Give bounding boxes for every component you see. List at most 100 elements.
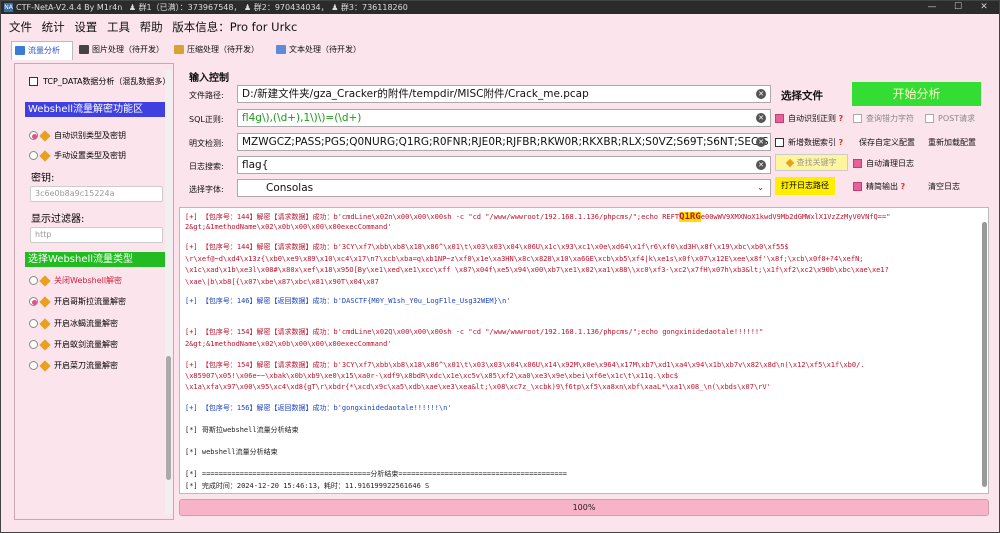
filter-input[interactable]: http (30, 227, 163, 243)
plaintext-input[interactable]: MZWGCZ;PASS;PGS;Q0NURG;Q1RG;R0FNR;RJE0R;… (237, 133, 771, 151)
tab-traffic-analysis[interactable]: 流量分析 (11, 41, 73, 60)
clear-icon[interactable]: ✕ (756, 113, 766, 123)
query-char-checkbox[interactable]: 查询错力字符 (853, 113, 914, 124)
menu-settings[interactable]: 设置 (74, 20, 97, 34)
font-select[interactable]: Consolas ⌄ (237, 179, 771, 197)
app-window: NA CTF-NetA-V2.4.4 By M1r4n ♟ 群1（已满）：3739… (0, 0, 1000, 533)
log-line: [+] 【包序号：154】解密【请求数据】成功：b'cmdLine\x02Q\x… (185, 328, 764, 336)
menu-version[interactable]: 版本信息：Pro for Urkc (172, 20, 297, 34)
type-radio-behinder[interactable]: 开启冰蝎流量解密 (29, 317, 118, 330)
log-line: \xae\|b\xb8[{\x07\xbe\x87\xbc\x81\x90T\x… (185, 278, 379, 286)
type-radio-antsword[interactable]: 开启蚁剑流量解密 (29, 338, 118, 351)
progress-text: 100% (572, 503, 596, 512)
tab-bar: 流量分析 图片处理（待开发） 压缩处理（待开发） 文本处理（待开发） (1, 41, 999, 60)
log-line: [+] 【包序号：144】解密【请求数据】成功：b'3CY\xf7\xbb\xb… (185, 243, 789, 251)
find-keyword-button[interactable]: 查找关键字 (775, 154, 848, 171)
diamond-icon (39, 295, 51, 308)
help-icon: ? (838, 114, 844, 123)
log-search-input[interactable]: flag{✕ (237, 156, 771, 174)
sql-regex-label: SQL正则: (189, 115, 224, 124)
diamond-icon (39, 317, 51, 330)
filter-label: 显示过滤器: (31, 214, 85, 225)
new-index-checkbox[interactable]: 新增数据索引 ? (775, 137, 843, 148)
log-line: [*] 完成时间：2024-12-20 15:46:13，耗时：11.91619… (185, 482, 430, 490)
clear-icon[interactable]: ✕ (756, 160, 766, 170)
log-line: [+] 【包序号：146】解密【返回数据】成功：b'DASCTF{M0Y_W1s… (185, 297, 511, 305)
traffic-icon (15, 46, 25, 55)
tab-image[interactable]: 图片处理（待开发） (76, 41, 164, 60)
precise-output-checkbox[interactable]: 精简输出 ? (853, 181, 905, 192)
type-radio-chopper[interactable]: 开启菜刀流量解密 (29, 359, 118, 372)
archive-icon (174, 45, 184, 54)
type-radio-godzilla[interactable]: 开启哥斯拉流量解密 (29, 295, 126, 308)
webshell-type-header: 选择Webshell流量类型 (25, 252, 165, 267)
menu-file[interactable]: 文件 (9, 20, 32, 34)
clear-icon[interactable]: ✕ (756, 89, 766, 99)
log-line: 2&gt;&1methodName\x02\x0b\x00\x00\x00exe… (185, 340, 392, 348)
menu-help[interactable]: 帮助 (140, 20, 163, 34)
keyword-highlight: Q1RG (679, 212, 701, 222)
menu-bar: 文件 统计 设置 工具 帮助 版本信息：Pro for Urkc (1, 15, 999, 39)
maximize-button[interactable]: ☐ (945, 1, 971, 14)
log-line: \r\xef@~d\xd4\x13z{\xb0\xe9\x89\x10\xc4\… (185, 255, 864, 263)
qq-group-1: ♟ 群1（已满）：373967548， (128, 3, 242, 12)
clear-icon[interactable]: ✕ (756, 137, 766, 147)
image-icon (79, 45, 89, 54)
select-file-button[interactable]: 选择文件 (781, 88, 823, 103)
tab-compress[interactable]: 压缩处理（待开发） (171, 41, 259, 60)
section-title: 输入控制 (189, 73, 229, 84)
reload-config-button[interactable]: 重新加载配置 (928, 137, 976, 148)
file-path-input[interactable]: D:/新建文件夹/gza_Cracker的附件/tempdir/MISC附件/C… (237, 85, 771, 103)
log-line: \x85907\x05!\x06e~~\xbak\x0b\xb9\xe0\x15… (185, 372, 679, 380)
auto-identify-radio[interactable]: 自动识别类型及密钥 (29, 129, 126, 142)
key-input[interactable]: 3c6e0b8a9c15224a (30, 186, 163, 202)
text-icon (276, 45, 286, 54)
clear-log-button[interactable]: 清空日志 (928, 181, 960, 192)
help-icon: ? (900, 182, 906, 191)
help-icon: ? (838, 138, 844, 147)
minimize-button[interactable]: — (919, 1, 945, 14)
diamond-icon (785, 158, 794, 167)
log-line: \x1a\xfa\x97\x00\x95\xc4\xd8{gT\r\xbdr{*… (185, 383, 771, 391)
log-search-label: 日志搜索: (189, 162, 224, 171)
log-line: [*] 哥斯拉webshell流量分析结束 (185, 426, 299, 434)
left-panel: TCP_DATA数据分析（混乱数据多） Webshell流量解密功能区 自动识别… (14, 63, 174, 520)
tab-text[interactable]: 文本处理（待开发） (273, 41, 361, 60)
diamond-icon (39, 129, 51, 142)
diamond-icon (39, 359, 51, 372)
open-log-path-button[interactable]: 打开日志路径 (775, 177, 835, 195)
tcp-data-checkbox[interactable]: TCP_DATA数据分析（混乱数据多） (29, 76, 170, 87)
qq-group-3: ♟ 群3：736118260 (331, 3, 408, 12)
sql-regex-input[interactable]: fl4g\),(\d+),1\)\)=(\d+) ✕ (237, 109, 771, 127)
type-radio-off[interactable]: 关闭Webshell解密 (29, 274, 122, 287)
start-analysis-button[interactable]: 开始分析 (852, 82, 981, 106)
font-label: 选择字体: (189, 185, 224, 194)
manual-set-radio[interactable]: 手动设置类型及密钥 (29, 149, 126, 162)
title-bar: NA CTF-NetA-V2.4.4 By M1r4n ♟ 群1（已满）：3739… (1, 1, 999, 14)
diamond-icon (39, 274, 51, 287)
progress-bar: 100% (179, 499, 989, 516)
log-line: \x1c\xad\x1b\xe3l\x08#\x80x\xef\x18\x95O… (185, 266, 889, 274)
auto-regex-checkbox[interactable]: 自动识别正则 ? (775, 113, 843, 124)
log-line: 2&gt;&1methodName\x02\x0b\x00\x00\x00exe… (185, 223, 392, 231)
log-line: [*] webshell流量分析结束 (185, 448, 278, 456)
left-scrollbar-thumb[interactable] (166, 356, 171, 480)
log-line: [*] ====================================… (185, 470, 568, 478)
log-line: [+] 【包序号：144】解密【请求数据】成功：b'cmdLine\x02n\x… (185, 212, 891, 222)
menu-stats[interactable]: 统计 (42, 20, 65, 34)
file-path-label: 文件路径: (189, 91, 224, 100)
output-scrollbar-thumb[interactable] (982, 222, 987, 487)
webshell-section-header: Webshell流量解密功能区 (25, 102, 165, 117)
diamond-icon (39, 338, 51, 351)
menu-tools[interactable]: 工具 (107, 20, 130, 34)
plaintext-label: 明文检测: (189, 139, 224, 148)
key-label: 密钥: (31, 173, 55, 184)
post-request-checkbox[interactable]: POST请求 (925, 113, 975, 124)
window-title: CTF-NetA-V2.4.4 By M1r4n (16, 3, 123, 12)
close-button[interactable]: ✕ (971, 1, 997, 14)
log-output[interactable]: [+] 【包序号：144】解密【请求数据】成功：b'cmdLine\x02n\x… (179, 207, 989, 494)
output-scrollbar[interactable] (981, 210, 987, 493)
save-config-button[interactable]: 保存自定义配置 (859, 137, 915, 148)
app-icon: NA (4, 3, 13, 12)
auto-clear-checkbox[interactable]: 自动清理日志 (853, 158, 914, 169)
